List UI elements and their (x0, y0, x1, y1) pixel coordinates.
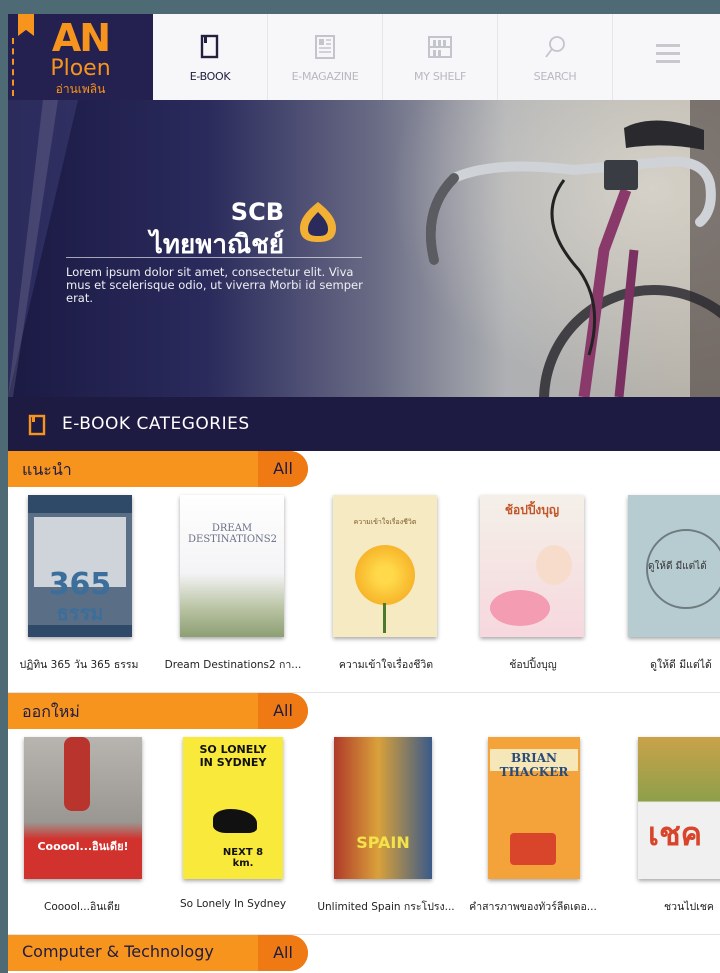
nav-tab-label: E-MAGAZINE (291, 70, 359, 83)
book-cover: เชค (638, 737, 720, 879)
book-title: ช้อปปิ้งบุญ (509, 659, 557, 671)
top-bar: AN Ploen อ่านเพลิน E-BOOK E-MAGAZINE MY … (8, 14, 720, 101)
hamburger-menu-icon[interactable] (614, 14, 720, 100)
magazine-icon (268, 34, 382, 60)
hero-banner[interactable]: SCB ไทยพาณิชย์ Lorem ipsum dolor sit ame… (8, 100, 720, 397)
cover-text: BRIAN THACKER (499, 751, 569, 779)
nav-tab-label: SEARCH (533, 70, 577, 83)
section-title: ออกใหม่ (22, 702, 80, 721)
view-all-button[interactable]: All (258, 935, 308, 971)
nav-tab-ebook[interactable]: E-BOOK (153, 14, 268, 100)
logo-ploen-text: Ploen (50, 56, 111, 81)
book-item[interactable]: Cooool...อินเดีย! Cooool...อินเดีย (8, 737, 157, 927)
cover-text: DREAM DESTINATIONS2 (188, 523, 277, 545)
shelf-icon (383, 34, 497, 60)
book-cover: Cooool...อินเดีย! (24, 737, 142, 879)
section-title: แนะนำ (22, 460, 72, 479)
categories-title: E-BOOK CATEGORIES (62, 414, 250, 434)
view-all-button[interactable]: All (258, 693, 308, 729)
book-cover: ช้อปปิ้งบุญ (480, 495, 584, 637)
cover-text: ดูให้ดี มีแต่ได้ (648, 561, 707, 572)
logo-an-text: AN (51, 16, 111, 60)
book-item[interactable]: SO LONELY IN SYDNEY NEXT 8 km. So Lonely… (158, 737, 308, 927)
ebook-icon (153, 34, 267, 60)
ebook-icon (28, 414, 48, 440)
cover-text: ความเข้าใจเรื่องชีวิต (353, 518, 417, 526)
logo-thai-text: อ่านเพลิน (55, 82, 106, 96)
sponsor-name-th: ไทยพาณิชย์ (149, 230, 284, 260)
book-title: Dream Destinations2 กา... (164, 659, 302, 671)
bicycle-illustration (425, 100, 720, 397)
book-title: ชวนไปเชค (664, 901, 714, 913)
book-cover: ความเข้าใจเรื่องชีวิต (333, 495, 437, 637)
book-item[interactable]: SPAIN Unlimited Spain กระโปรง... (311, 737, 461, 927)
book-item[interactable]: ช้อปปิ้งบุญ ช้อปปิ้งบุญ (458, 495, 608, 685)
section-computer-technology: Computer & Technology All (8, 935, 720, 973)
book-item[interactable]: ดูให้ดี มีแต่ได้ ดูให้ดี มีแต่ได้ (606, 495, 720, 685)
book-title: Cooool...อินเดีย (43, 901, 120, 913)
nav-tab-search[interactable]: SEARCH (498, 14, 613, 100)
book-cover: ดูให้ดี มีแต่ได้ (628, 495, 720, 637)
section-header: ออกใหม่ All (8, 693, 308, 729)
scb-logo-icon (300, 202, 336, 242)
cover-text: ช้อปปิ้งบุญ (504, 503, 560, 517)
section-header: Computer & Technology All (8, 935, 308, 971)
nav-tab-myshelf[interactable]: MY SHELF (383, 14, 498, 100)
section-header: แนะนำ All (8, 451, 308, 487)
book-row: Cooool...อินเดีย! Cooool...อินเดีย SO LO… (8, 737, 720, 927)
book-item[interactable]: เชค ชวนไปเชค (614, 737, 720, 927)
search-icon (498, 34, 612, 60)
book-row: 365 ธรรม ปฏิทิน 365 วัน 365 ธรรม DREAM D… (8, 495, 720, 685)
app-frame: AN Ploen อ่านเพลิน E-BOOK E-MAGAZINE MY … (8, 14, 720, 973)
nav-tab-label: MY SHELF (414, 70, 466, 83)
book-title: ความเข้าใจเรื่องชีวิต (338, 659, 434, 671)
book-title: ดูให้ดี มีแต่ได้ (650, 659, 712, 671)
section-recommended: แนะนำ All 365 ธรรม ปฏิทิน 365 วัน 365 ธร… (8, 451, 720, 701)
cover-text: เชค (648, 815, 703, 853)
book-title: ปฏิทิน 365 วัน 365 ธรรม (19, 659, 139, 671)
book-title: คำสารภาพของทัวร์ลีดเดอ... (469, 901, 597, 913)
section-new: ออกใหม่ All Cooool...อินเดีย! Cooool...อ… (8, 693, 720, 943)
book-item[interactable]: 365 ธรรม ปฏิทิน 365 วัน 365 ธรรม (8, 495, 154, 685)
section-title: Computer & Technology (22, 942, 214, 961)
sponsor-name-en: SCB (230, 198, 284, 226)
nav-tab-label: E-BOOK (189, 70, 231, 83)
cover-text: NEXT 8 km. (222, 847, 264, 869)
book-item[interactable]: DREAM DESTINATIONS2 Dream Destinations2 … (158, 495, 308, 685)
cover-text: SO LONELY IN SYDNEY (199, 743, 267, 769)
hero-divider (66, 257, 362, 258)
book-cover: DREAM DESTINATIONS2 (180, 495, 284, 637)
book-title: Unlimited Spain กระโปรง... (317, 901, 455, 913)
nav-tab-emagazine[interactable]: E-MAGAZINE (268, 14, 383, 100)
book-title: So Lonely In Sydney (179, 898, 287, 910)
book-item[interactable]: ความเข้าใจเรื่องชีวิต ความเข้าใจเรื่องชี… (311, 495, 461, 685)
brand-logo[interactable]: AN Ploen อ่านเพลิน (8, 14, 153, 100)
cover-text: SPAIN (356, 833, 410, 852)
book-cover: SO LONELY IN SYDNEY NEXT 8 km. (183, 737, 283, 879)
hero-description: Lorem ipsum dolor sit amet, consectetur … (66, 265, 363, 305)
cover-text: Cooool...อินเดีย! (37, 840, 129, 853)
categories-header: E-BOOK CATEGORIES (8, 397, 720, 451)
book-cover: 365 ธรรม (28, 495, 132, 637)
view-all-button[interactable]: All (258, 451, 308, 487)
book-item[interactable]: BRIAN THACKER คำสารภาพของทัวร์ลีดเดอ... (458, 737, 608, 927)
main-nav: E-BOOK E-MAGAZINE MY SHELF SEARCH (153, 14, 613, 100)
book-cover: SPAIN (334, 737, 432, 879)
book-cover: BRIAN THACKER (488, 737, 580, 879)
